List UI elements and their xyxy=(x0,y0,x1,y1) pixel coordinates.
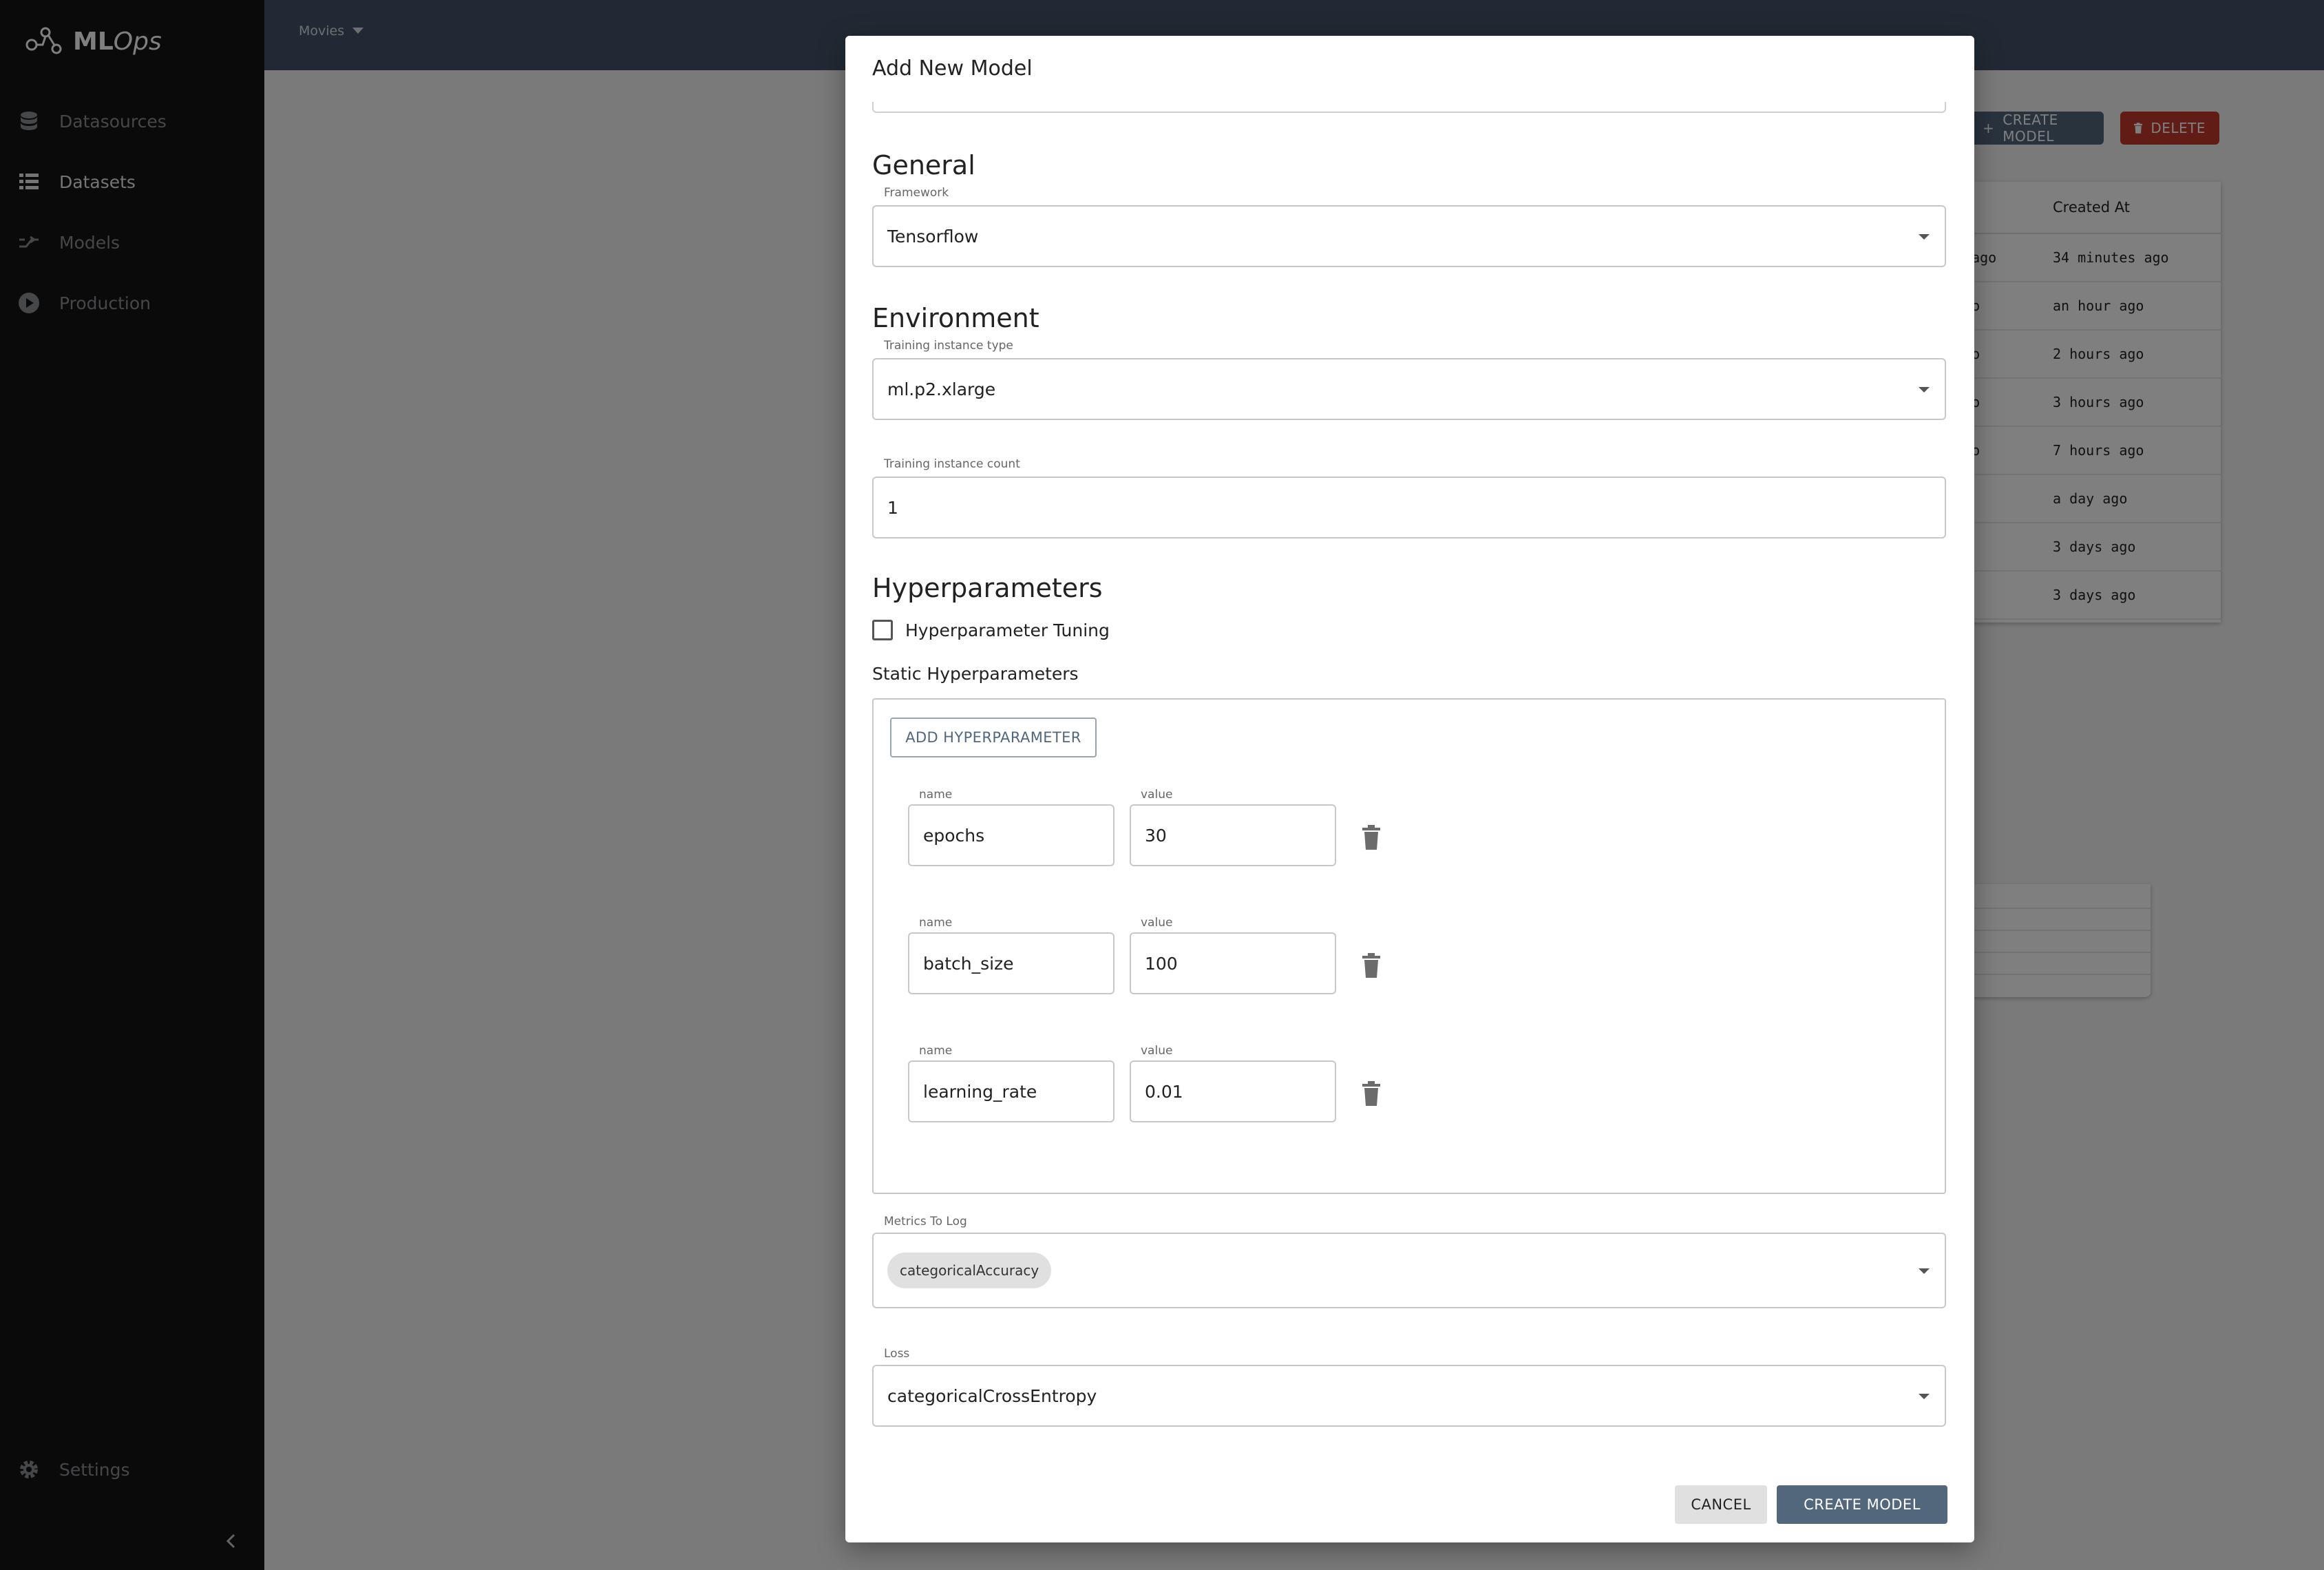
instance-type-label: Training instance type xyxy=(884,339,1013,353)
hyperparameter-name-label: name xyxy=(919,788,953,802)
scrolled-field-edge xyxy=(872,102,1946,113)
framework-value: Tensorflow xyxy=(887,226,979,247)
hyperparameter-value-input[interactable]: 100 xyxy=(1130,932,1336,994)
static-hyperparameters-label: Static Hyperparameters xyxy=(872,664,1079,684)
metric-chip[interactable]: categoricalAccuracy xyxy=(887,1253,1052,1288)
instance-count-value: 1 xyxy=(887,497,898,518)
dialog-title: Add New Model xyxy=(872,56,1033,81)
dialog-actions: CANCEL CREATE MODEL xyxy=(1675,1485,1947,1524)
hyperparameter-row: name value epochs 30 xyxy=(874,788,1947,870)
add-hyperparameter-button[interactable]: ADD HYPERPARAMETER xyxy=(890,718,1097,757)
hyperparameter-tuning-checkbox[interactable] xyxy=(872,620,893,640)
cancel-button[interactable]: CANCEL xyxy=(1675,1485,1767,1524)
static-hyperparameters-box: ADD HYPERPARAMETER name value epochs 30 name… xyxy=(872,698,1946,1194)
create-model-submit-button[interactable]: CREATE MODEL xyxy=(1777,1485,1947,1524)
instance-count-label: Training instance count xyxy=(884,457,1020,471)
hyperparameter-value-input[interactable]: 30 xyxy=(1130,804,1336,866)
hyperparameter-value-value: 30 xyxy=(1145,825,1167,846)
instance-type-value: ml.p2.xlarge xyxy=(887,379,996,399)
hyperparameter-name-input[interactable]: batch_size xyxy=(908,932,1115,994)
framework-label: Framework xyxy=(884,186,949,200)
caret-down-icon xyxy=(1919,1394,1930,1399)
delete-hyperparameter-trash-icon[interactable] xyxy=(1361,1081,1382,1106)
hyperparameter-tuning-label: Hyperparameter Tuning xyxy=(905,620,1110,640)
hyperparameter-name-label: name xyxy=(919,916,953,930)
hyperparameter-name-label: name xyxy=(919,1044,953,1058)
loss-label: Loss xyxy=(884,1347,910,1361)
hyperparameter-value-value: 100 xyxy=(1145,953,1178,974)
delete-hyperparameter-trash-icon[interactable] xyxy=(1361,953,1382,978)
metrics-label: Metrics To Log xyxy=(884,1215,967,1228)
section-title-general: General xyxy=(872,150,975,180)
hyperparameter-row: name value learning_rate 0.01 xyxy=(874,1044,1947,1127)
loss-value: categoricalCrossEntropy xyxy=(887,1385,1097,1406)
add-model-dialog: Add New Model General Framework Tensorfl… xyxy=(845,36,1974,1542)
hyperparameter-name-value: batch_size xyxy=(923,953,1014,974)
caret-down-icon xyxy=(1919,387,1930,392)
hyperparameter-value-value: 0.01 xyxy=(1145,1081,1183,1102)
section-title-hyperparameters: Hyperparameters xyxy=(872,573,1103,603)
hyperparameter-value-input[interactable]: 0.01 xyxy=(1130,1060,1336,1122)
instance-count-input[interactable]: 1 xyxy=(872,477,1946,538)
loss-select[interactable]: categoricalCrossEntropy xyxy=(872,1365,1946,1427)
delete-hyperparameter-trash-icon[interactable] xyxy=(1361,825,1382,850)
hyperparameter-value-label: value xyxy=(1141,1044,1173,1058)
caret-down-icon xyxy=(1919,1268,1930,1274)
hyperparameter-tuning-row[interactable]: Hyperparameter Tuning xyxy=(872,620,1110,640)
instance-type-select[interactable]: ml.p2.xlarge xyxy=(872,358,1946,420)
hyperparameter-name-value: epochs xyxy=(923,825,985,846)
section-title-environment: Environment xyxy=(872,303,1039,333)
hyperparameter-row: name value batch_size 100 xyxy=(874,916,1947,998)
caret-down-icon xyxy=(1919,234,1930,240)
metrics-select[interactable]: categoricalAccuracy xyxy=(872,1233,1946,1308)
hyperparameter-value-label: value xyxy=(1141,916,1173,930)
framework-select[interactable]: Tensorflow xyxy=(872,205,1946,267)
hyperparameter-name-input[interactable]: learning_rate xyxy=(908,1060,1115,1122)
hyperparameter-name-input[interactable]: epochs xyxy=(908,804,1115,866)
hyperparameter-value-label: value xyxy=(1141,788,1173,802)
hyperparameter-name-value: learning_rate xyxy=(923,1081,1037,1102)
